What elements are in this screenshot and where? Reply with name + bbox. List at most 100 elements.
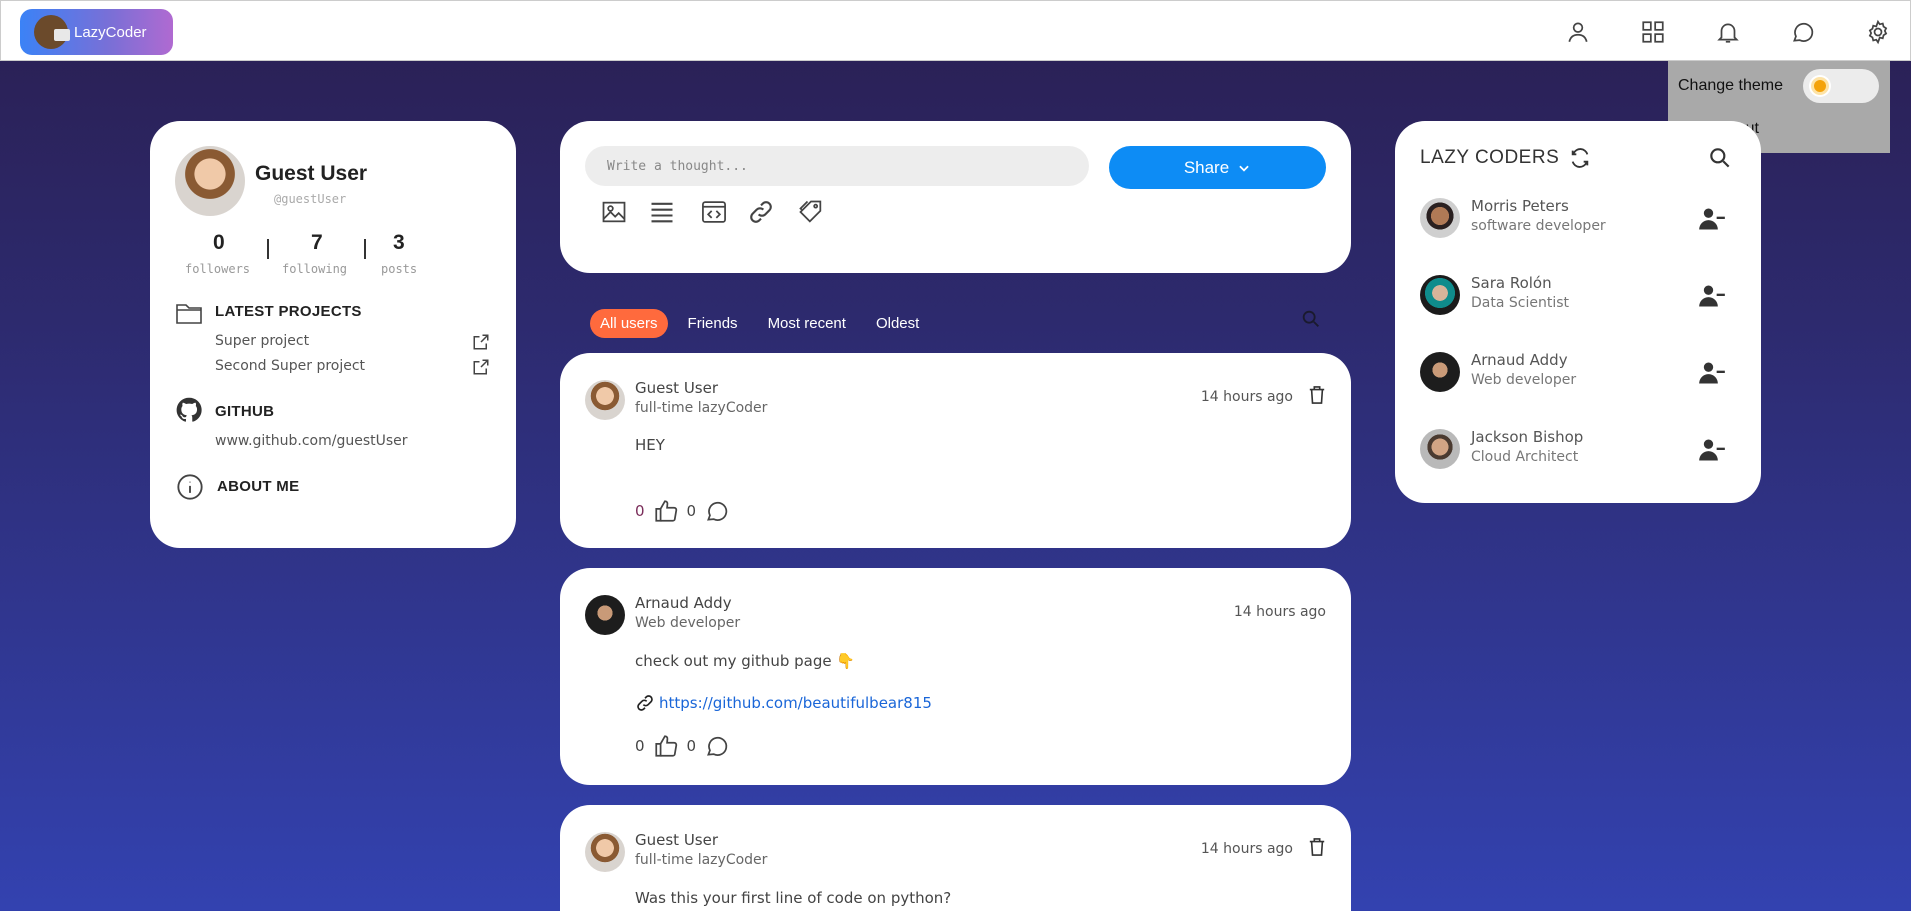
trash-icon[interactable] (1308, 837, 1326, 857)
post-body: HEY (635, 436, 665, 454)
chat-icon[interactable] (1787, 16, 1819, 48)
coder-avatar[interactable] (1420, 275, 1460, 315)
link-icon (637, 695, 653, 711)
coder-role: Web developer (1471, 372, 1577, 388)
coder-avatar[interactable] (1420, 198, 1460, 238)
post-card: Guest User full-time lazyCoder 14 hours … (560, 353, 1351, 548)
trash-icon[interactable] (1308, 385, 1326, 405)
tab-all-users[interactable]: All users (590, 308, 668, 338)
grid-icon[interactable] (1637, 16, 1669, 48)
profile-card: Guest User @guestUser 0 followers 7 foll… (150, 121, 516, 548)
post-timestamp: 14 hours ago (1200, 841, 1293, 857)
post-avatar[interactable] (585, 595, 625, 635)
refresh-icon[interactable] (1569, 147, 1591, 169)
project-item[interactable]: Second Super project (215, 358, 365, 374)
coder-avatar[interactable] (1420, 352, 1460, 392)
tag-icon[interactable] (797, 198, 827, 228)
post-card: Guest User full-time lazyCoder 14 hours … (560, 805, 1351, 911)
post-author-title: full-time lazyCoder (635, 400, 768, 416)
post-author-title: Web developer (635, 615, 741, 631)
comment-icon[interactable] (704, 733, 730, 759)
post-card: Arnaud Addy Web developer 14 hours ago c… (560, 568, 1351, 785)
post-avatar[interactable] (585, 832, 625, 872)
coder-role: software developer (1471, 218, 1606, 234)
sloth-logo-icon (34, 15, 70, 49)
external-link-icon[interactable] (472, 358, 490, 376)
lazy-coders-heading: LAZY CODERS (1420, 147, 1591, 169)
app-logo[interactable]: LazyCoder (20, 9, 173, 55)
lazy-coders-title: LAZY CODERS (1420, 147, 1560, 168)
coder-item[interactable]: Morris Peters software developer (1420, 193, 1736, 249)
post-actions: 0 0 (635, 733, 730, 759)
stat-divider (364, 239, 366, 259)
share-label: Share (1183, 157, 1230, 177)
post-body: Was this your first line of code on pyth… (635, 889, 952, 907)
search-icon[interactable] (1300, 308, 1322, 330)
folder-icon (176, 304, 202, 324)
post-timestamp: 14 hours ago (1233, 604, 1326, 620)
github-heading: GITHUB (215, 403, 275, 420)
posts-label: posts (381, 262, 418, 276)
link-icon[interactable] (747, 198, 777, 228)
profile-handle: @guestUser (274, 192, 347, 206)
tab-most-recent[interactable]: Most recent (758, 309, 856, 338)
post-author[interactable]: Guest User (635, 831, 718, 849)
following-label: following (282, 262, 348, 276)
like-count: 0 (635, 502, 645, 520)
sun-icon (1814, 80, 1826, 92)
chevron-down-icon (1239, 165, 1249, 172)
coder-item[interactable]: Sara Rolón Data Scientist (1420, 270, 1736, 326)
thumbs-up-icon[interactable] (653, 733, 679, 759)
post-author[interactable]: Arnaud Addy (635, 594, 732, 612)
coder-role: Data Scientist (1471, 295, 1569, 311)
coder-avatar[interactable] (1420, 429, 1460, 469)
post-link-url[interactable]: https://github.com/beautifulbear815 (659, 694, 932, 712)
post-timestamp: 14 hours ago (1200, 389, 1293, 405)
tab-oldest[interactable]: Oldest (866, 309, 929, 338)
remove-friend-icon[interactable] (1698, 359, 1726, 387)
post-link[interactable]: https://github.com/beautifulbear815 (635, 693, 932, 713)
coder-name[interactable]: Sara Rolón (1471, 274, 1552, 292)
post-actions: 0 0 (635, 498, 730, 524)
github-icon (176, 397, 202, 422)
bell-icon[interactable] (1712, 16, 1744, 48)
coder-item[interactable]: Jackson Bishop Cloud Architect (1420, 424, 1736, 480)
github-link[interactable]: www.github.com/guestUser (215, 433, 408, 449)
posts-count[interactable]: 3 (393, 231, 405, 255)
followers-count[interactable]: 0 (213, 231, 225, 255)
change-theme-label: Change theme (1678, 77, 1783, 94)
remove-friend-icon[interactable] (1698, 436, 1726, 464)
profile-avatar[interactable] (175, 146, 245, 216)
post-author-title: full-time lazyCoder (635, 852, 768, 868)
tab-friends[interactable]: Friends (678, 309, 748, 338)
coder-name[interactable]: Jackson Bishop (1471, 428, 1583, 446)
logo-text: LazyCoder (74, 23, 147, 41)
list-icon[interactable] (648, 198, 678, 228)
coder-role: Cloud Architect (1471, 449, 1579, 465)
coder-item[interactable]: Arnaud Addy Web developer (1420, 347, 1736, 403)
coder-name[interactable]: Arnaud Addy (1471, 351, 1568, 369)
thought-input[interactable] (585, 146, 1089, 186)
post-author[interactable]: Guest User (635, 379, 718, 397)
coder-name[interactable]: Morris Peters (1471, 197, 1569, 215)
remove-friend-icon[interactable] (1698, 282, 1726, 310)
code-icon[interactable] (700, 198, 730, 228)
external-link-icon[interactable] (472, 333, 490, 351)
gear-icon[interactable] (1862, 16, 1894, 48)
lazy-coders-card: LAZY CODERS Morris Peters software devel… (1395, 121, 1761, 503)
post-avatar[interactable] (585, 380, 625, 420)
user-icon[interactable] (1562, 16, 1594, 48)
following-count[interactable]: 7 (311, 231, 323, 255)
share-button[interactable]: Share (1109, 146, 1326, 189)
search-icon[interactable] (1707, 145, 1733, 171)
composer-card: Share (560, 121, 1351, 273)
comment-icon[interactable] (704, 498, 730, 524)
like-count: 0 (635, 737, 645, 755)
info-icon (177, 474, 203, 500)
thumbs-up-icon[interactable] (653, 498, 679, 524)
theme-toggle[interactable] (1803, 69, 1879, 103)
about-me-heading[interactable]: ABOUT ME (217, 478, 299, 495)
remove-friend-icon[interactable] (1698, 205, 1726, 233)
image-icon[interactable] (600, 198, 630, 228)
project-item[interactable]: Super project (215, 333, 309, 349)
